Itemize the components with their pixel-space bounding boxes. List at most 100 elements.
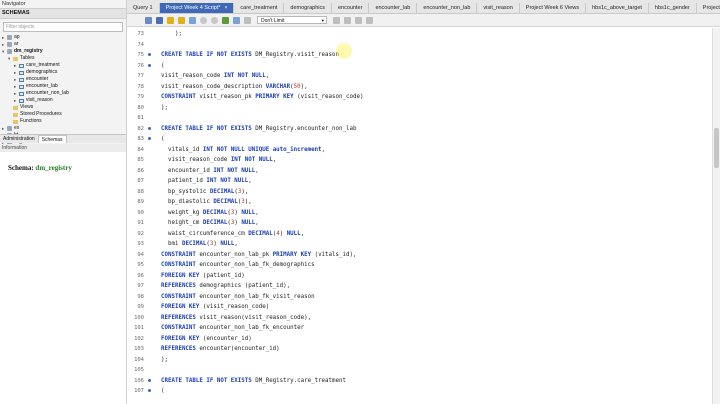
code-line[interactable]: 95 CONSTRAINT encounter_non_lab_fk_demogr…: [127, 260, 707, 270]
tree-item-label: Functions: [20, 118, 42, 124]
schema-info-value: dm_registry: [35, 164, 72, 172]
rollback-icon[interactable]: [233, 16, 240, 24]
code-line[interactable]: 104);: [127, 355, 707, 365]
code-line[interactable]: 100 REFERENCES visit_reason(visit_reason_…: [127, 313, 707, 323]
tree-item-encounter-non-lab[interactable]: ▸ encounter_non_lab: [2, 90, 126, 97]
code-line[interactable]: 98 CONSTRAINT encounter_non_lab_fk_visit_…: [127, 292, 707, 302]
line-number: 80: [137, 104, 144, 111]
editor-tab[interactable]: care_treatment: [234, 3, 285, 13]
folder-open-icon[interactable]: [145, 16, 152, 24]
code-line[interactable]: 93 bmi DECIMAL(3) NULL,: [127, 239, 707, 249]
tree-item-encounter-lab[interactable]: ▸ encounter_lab: [2, 83, 126, 90]
code-line[interactable]: 105: [127, 365, 707, 375]
tree-item-ar[interactable]: ▸ ar: [2, 41, 126, 48]
editor-tab[interactable]: Project Week 4 Script* ×: [159, 3, 235, 13]
tree-item-views[interactable]: Views: [2, 104, 126, 111]
explain-icon[interactable]: [189, 16, 196, 24]
filter-placeholder: Filter objects: [6, 24, 35, 30]
code-line[interactable]: 107 (: [127, 386, 707, 396]
tree-item-visit-reason[interactable]: ▸ visit_reason: [2, 97, 126, 104]
filter-objects-input[interactable]: Filter objects: [3, 22, 123, 32]
wrap-icon[interactable]: [366, 16, 373, 24]
tab-schemas[interactable]: Schemas: [37, 135, 67, 143]
code-text: FOREIGN KEY (visit_reason_code): [161, 302, 269, 312]
tree-item-encounter[interactable]: ▸ encounter: [2, 76, 126, 83]
close-tab-icon[interactable]: ×: [225, 3, 228, 13]
code-line[interactable]: 92 waist_circumference_cm DECIMAL(4) NUL…: [127, 229, 707, 239]
tree-item-demographics[interactable]: ▸ demographics: [2, 69, 126, 76]
code-line[interactable]: 81: [127, 113, 707, 123]
sql-editor[interactable]: 73 ); 74 75 CREATE TABLE IF NOT EXISTS DM_R…: [127, 28, 720, 404]
toggle-continue-icon[interactable]: [211, 16, 218, 24]
code-line[interactable]: 86 encounter_id INT NOT NULL,: [127, 166, 707, 176]
code-line[interactable]: 99 FOREIGN KEY (visit_reason_code): [127, 302, 707, 312]
code-line[interactable]: 96 FOREIGN KEY (patient_id): [127, 271, 707, 281]
code-line[interactable]: 85 visit_reason_code INT NOT NULL,: [127, 155, 707, 165]
line-number: 85: [137, 157, 144, 163]
tree-item-ap[interactable]: ▸ ap: [2, 34, 126, 41]
code-line[interactable]: 82 CREATE TABLE IF NOT EXISTS DM_Registry…: [127, 124, 707, 134]
editor-tab[interactable]: visit_reason: [477, 3, 520, 13]
code-line[interactable]: 80);: [127, 103, 707, 113]
vertical-scrollbar[interactable]: [712, 28, 720, 404]
beautify-icon[interactable]: [333, 16, 340, 24]
code-line[interactable]: 75 CREATE TABLE IF NOT EXISTS DM_Registry…: [127, 50, 707, 60]
code-line[interactable]: 101 CONSTRAINT encounter_non_lab_fk_encou…: [127, 323, 707, 333]
code-line[interactable]: 90 weight_kg DECIMAL(3) NULL,: [127, 208, 707, 218]
editor-tab[interactable]: hbs1c_above_target: [586, 3, 649, 13]
tree-item-ex[interactable]: ▸ ex: [2, 125, 126, 132]
editor-tab[interactable]: Project W: [697, 3, 720, 13]
tree-item-care-treatment[interactable]: ▸ care_treatment: [2, 62, 126, 69]
autocommit-icon[interactable]: [244, 16, 251, 24]
dropdown-arrow-icon[interactable]: ▾: [322, 17, 324, 25]
sql-text: ,: [255, 209, 259, 216]
tab-administration[interactable]: Administration: [0, 135, 38, 143]
code-line[interactable]: 106 CREATE TABLE IF NOT EXISTS DM_Registr…: [127, 376, 707, 386]
code-line[interactable]: 77 visit_reason_code INT NOT NULL,: [127, 71, 707, 81]
code-line[interactable]: 97 REFERENCES demographics (patient_id),: [127, 281, 707, 291]
code-line[interactable]: 79 CONSTRAINT visit_reason_pk PRIMARY KEY…: [127, 92, 707, 102]
stop-icon[interactable]: [200, 16, 207, 24]
sql-text: (visit_reason_code): [297, 94, 364, 100]
navigator-bottom-tabs: Administration Schemas: [0, 134, 126, 143]
code-line[interactable]: 102 FOREIGN KEY (encounter_id): [127, 334, 707, 344]
code-line[interactable]: 83 (: [127, 134, 707, 144]
limit-rows-select[interactable]: Don't Limit ▾: [257, 16, 327, 24]
tree-item-stored-procedures[interactable]: Stored Procedures: [2, 111, 126, 118]
editor-tab[interactable]: encounter: [332, 3, 370, 13]
information-header: Information: [0, 144, 126, 152]
code-line[interactable]: 84 vitals_id INT NOT NULL UNIQUE auto_in…: [127, 145, 707, 155]
sql-keyword: NULL: [220, 241, 235, 247]
editor-tab[interactable]: Project Week 6 Views: [520, 3, 587, 13]
invisible-chars-icon[interactable]: [355, 16, 362, 24]
tree-item-functions[interactable]: Functions: [2, 118, 126, 125]
code-line[interactable]: 89 bp_diastolic DECIMAL(3),: [127, 197, 707, 207]
save-icon[interactable]: [156, 16, 163, 24]
tree-item-tables[interactable]: ▾ Tables: [2, 55, 126, 62]
code-line[interactable]: 94 CONSTRAINT encounter_non_lab_pk PRIMAR…: [127, 250, 707, 260]
editor-tab-label: Project Week 6 Views: [525, 5, 580, 11]
code-line[interactable]: 78 visit_reason_code_description VARCHAR(…: [127, 82, 707, 92]
code-line[interactable]: 88 bp_systolic DECIMAL(3),: [127, 187, 707, 197]
execute-current-icon[interactable]: [178, 16, 185, 24]
code-line[interactable]: 91 height_cm DECIMAL(3) NULL,: [127, 218, 707, 228]
editor-tab[interactable]: demographics: [284, 3, 332, 13]
find-icon[interactable]: [344, 16, 351, 24]
editor-tab[interactable]: encounter_lab: [369, 3, 418, 13]
scrollbar-thumb[interactable]: [714, 128, 719, 168]
editor-tab[interactable]: Query 1: [127, 3, 160, 13]
editor-tab[interactable]: encounter_non_lab: [417, 3, 478, 13]
line-number: 75: [137, 52, 144, 58]
code-line[interactable]: 87 patient_id INT NOT NULL,: [127, 176, 707, 186]
code-line[interactable]: 73 );: [127, 29, 707, 39]
execute-icon[interactable]: [167, 16, 174, 24]
tree-item-dm-registry[interactable]: ▾ dm_registry: [2, 48, 126, 55]
code-line[interactable]: 74: [127, 40, 707, 50]
tree-item-label: encounter: [26, 76, 49, 82]
editor-tab[interactable]: hbs1c_gender: [649, 3, 697, 13]
code-line[interactable]: 103 REFERENCES encounter(encounter_id): [127, 344, 707, 354]
code-line[interactable]: 76 (: [127, 61, 707, 71]
schema-info: Schema: dm_registry: [8, 164, 72, 172]
editor-tab-label: demographics: [290, 5, 325, 11]
commit-icon[interactable]: [222, 16, 229, 24]
